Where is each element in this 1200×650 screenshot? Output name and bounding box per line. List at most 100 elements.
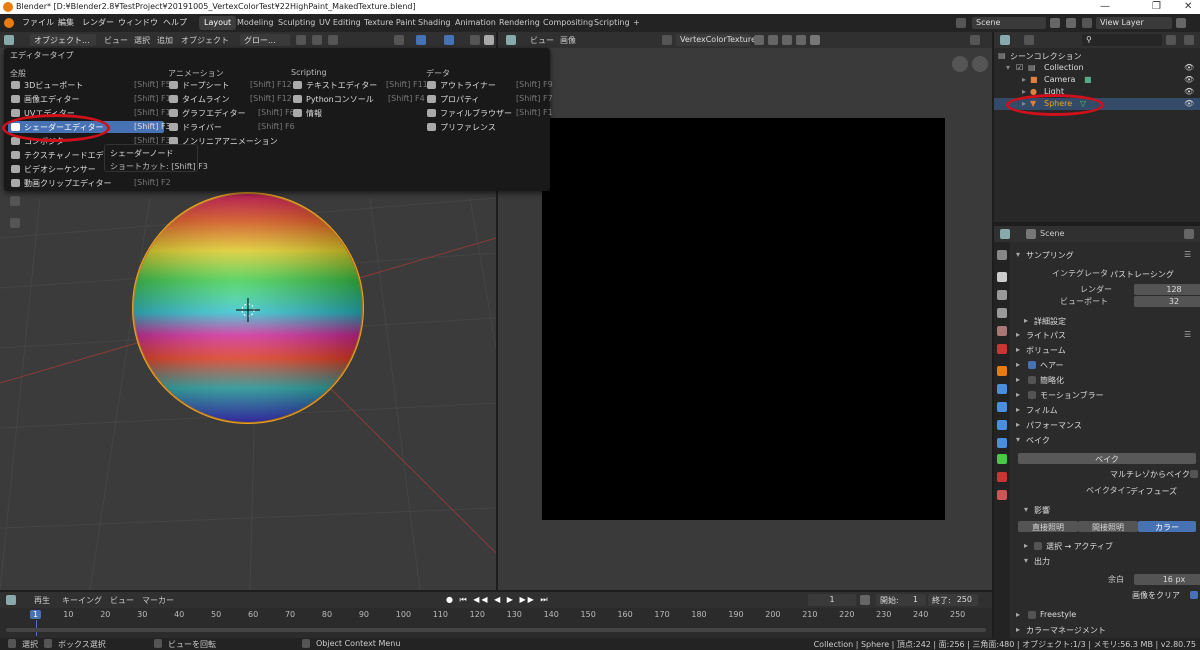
maximize-button[interactable]: ❐ <box>1152 1 1161 12</box>
menu-item-timeline[interactable]: タイムライン [Shift] F12 <box>166 93 292 105</box>
menu-file[interactable]: ファイル <box>22 17 54 28</box>
clock-icon[interactable] <box>860 595 870 605</box>
panel-bake[interactable]: ▾ ベイク <box>1012 433 1200 446</box>
menu-item-info[interactable]: 情報 <box>290 107 422 119</box>
particles-tab-icon[interactable] <box>997 402 1007 412</box>
material-tab-icon[interactable] <box>997 472 1007 482</box>
constraint-tab-icon[interactable] <box>997 438 1007 448</box>
color-button[interactable]: カラー <box>1138 521 1196 532</box>
snap-icon[interactable] <box>312 35 322 45</box>
blender-menu-icon[interactable] <box>4 18 14 28</box>
measure-tool-icon[interactable] <box>10 218 20 228</box>
panel-advanced[interactable]: ▸ 詳細設定 <box>1012 314 1200 327</box>
panel-color-management[interactable]: ▸ カラーマネージメント <box>1012 623 1200 636</box>
timeline-editor-type-icon[interactable] <box>6 595 16 605</box>
clear-image-checkbox[interactable] <box>1190 591 1198 599</box>
new-scene-icon[interactable] <box>1050 18 1060 28</box>
image-name-field[interactable]: VertexColorTexture <box>676 34 756 46</box>
margin-field[interactable]: 16 px <box>1134 574 1200 585</box>
pin-icon[interactable] <box>1184 229 1194 239</box>
menu-item-graph-editor[interactable]: グラフエディター [Shift] F6 <box>166 107 295 119</box>
viewport-menu-add[interactable]: 追加 <box>157 35 173 46</box>
eye-icon[interactable]: 👁 <box>1184 87 1194 96</box>
filter-icon[interactable] <box>1166 35 1176 45</box>
panel-film[interactable]: ▸ フィルム <box>1012 403 1200 416</box>
display-mode-icon[interactable] <box>1024 35 1034 45</box>
scene-tab-icon[interactable] <box>997 326 1007 336</box>
panel-influence[interactable]: ▾ 影響 <box>1012 503 1200 516</box>
view-layer-tab-icon[interactable] <box>997 308 1007 318</box>
outliner-row-camera[interactable]: ▸ ■ Camera ■ 👁 <box>994 74 1200 86</box>
view-layer-selector[interactable]: View Layer <box>1096 17 1172 29</box>
viewport-samples-field[interactable]: 32 <box>1134 296 1200 307</box>
freestyle-checkbox[interactable] <box>1028 611 1036 619</box>
timeline-menu-playback[interactable]: 再生 <box>34 595 50 606</box>
panel-hair[interactable]: ▸ ヘアー <box>1012 358 1200 371</box>
timeline-scrollbar[interactable] <box>6 628 986 632</box>
menu-item-properties[interactable]: プロパティ [Shift] F7 <box>424 93 553 105</box>
tool-tab-icon[interactable] <box>997 250 1007 260</box>
new-collection-icon[interactable] <box>1184 35 1194 45</box>
outliner-editor-type-icon[interactable] <box>1000 35 1010 45</box>
panel-freestyle[interactable]: ▸ Freestyle <box>1012 608 1200 621</box>
pan-hand-icon[interactable] <box>952 56 968 72</box>
new-view-layer-icon[interactable] <box>1176 18 1186 28</box>
eye-icon[interactable]: 👁 <box>1184 63 1194 72</box>
menu-item-file-browser[interactable]: ファイルブラウザー [Shift] F1 <box>424 107 553 119</box>
menu-item-image-editor[interactable]: 画像エディター [Shift] F10 <box>8 93 176 105</box>
minimize-button[interactable]: — <box>1100 1 1110 12</box>
transform-orientation-selector[interactable]: グロー... <box>240 34 290 46</box>
indirect-light-button[interactable]: 間接照明 <box>1078 521 1138 532</box>
integrator-dropdown[interactable]: パストレーシング <box>1110 268 1200 279</box>
tab-layout[interactable]: Layout <box>199 16 237 30</box>
menu-item-outliner[interactable]: アウトライナー [Shift] F9 <box>424 79 553 91</box>
menu-item-drivers[interactable]: ドライバー [Shift] F6 <box>166 121 295 133</box>
menu-window[interactable]: ウィンドウ <box>118 17 158 28</box>
editor-type-icon[interactable] <box>4 35 14 45</box>
menu-item-text-editor[interactable]: テキストエディター [Shift] F11 <box>290 79 428 91</box>
eye-icon[interactable]: 👁 <box>1184 75 1194 84</box>
motion-blur-checkbox[interactable] <box>1028 391 1036 399</box>
open-image-icon[interactable] <box>782 35 792 45</box>
zoom-icon[interactable] <box>972 56 988 72</box>
physics-tab-icon[interactable] <box>997 420 1007 430</box>
menu-item-movie-clip-editor[interactable]: 動画クリップエディター [Shift] F2 <box>8 177 171 189</box>
pivot-icon[interactable] <box>296 35 306 45</box>
data-tab-icon[interactable] <box>997 454 1007 464</box>
modifier-tab-icon[interactable] <box>997 384 1007 394</box>
bake-type-dropdown[interactable]: ディフューズ <box>1130 485 1200 496</box>
simplify-checkbox[interactable] <box>1028 376 1036 384</box>
menu-help[interactable]: ヘルプ <box>163 17 187 28</box>
render-tab-icon[interactable] <box>997 272 1007 282</box>
timeline-menu-marker[interactable]: マーカー <box>142 595 174 606</box>
image-editor-canvas[interactable] <box>498 48 992 590</box>
end-frame-field[interactable]: 終了: 250 <box>928 594 978 606</box>
mode-selector[interactable]: オブジェクト... <box>30 34 96 46</box>
outliner-row-collection[interactable]: ▾ ☑ ▤ Collection 👁 <box>994 62 1200 74</box>
multires-checkbox[interactable] <box>1190 470 1198 478</box>
unlink-image-icon[interactable] <box>796 35 806 45</box>
panel-volumes[interactable]: ▸ ボリューム <box>1012 343 1200 356</box>
scene-selector[interactable]: Scene <box>972 17 1046 29</box>
tab-uv-editing[interactable]: UV Editing <box>314 16 366 30</box>
shading-solid-icon[interactable] <box>484 35 494 45</box>
xray-icon[interactable] <box>470 35 480 45</box>
timeline-menu-keying[interactable]: キーイング <box>62 595 102 606</box>
add-workspace-button[interactable]: + <box>628 16 645 30</box>
delete-scene-icon[interactable] <box>1066 18 1076 28</box>
image-menu-image[interactable]: 画像 <box>560 35 576 46</box>
display-channels-icon[interactable] <box>970 35 980 45</box>
playback-controls[interactable]: ● ⏮ ◀◀ ◀ ▶ ▶▶ ⏭ <box>446 595 550 605</box>
properties-editor-type-icon[interactable] <box>1000 229 1010 239</box>
eye-icon[interactable]: 👁 <box>1184 99 1194 108</box>
outliner-search-input[interactable]: ⚲ <box>1082 34 1162 46</box>
scene-icon[interactable] <box>956 18 966 28</box>
world-tab-icon[interactable] <box>997 344 1007 354</box>
image-browse-icon[interactable] <box>662 35 672 45</box>
image-menu-view[interactable]: ビュー <box>530 35 554 46</box>
selected-to-active-checkbox[interactable] <box>1034 542 1042 550</box>
pin-icon[interactable] <box>810 35 820 45</box>
menu-item-dope-sheet[interactable]: ドープシート [Shift] F12 <box>166 79 292 91</box>
object-tab-icon[interactable] <box>997 366 1007 376</box>
timeline-area[interactable]: 1 10 20 30 40 50 60 70 80 90 100 110 120 130 140 150 160… <box>0 608 992 638</box>
